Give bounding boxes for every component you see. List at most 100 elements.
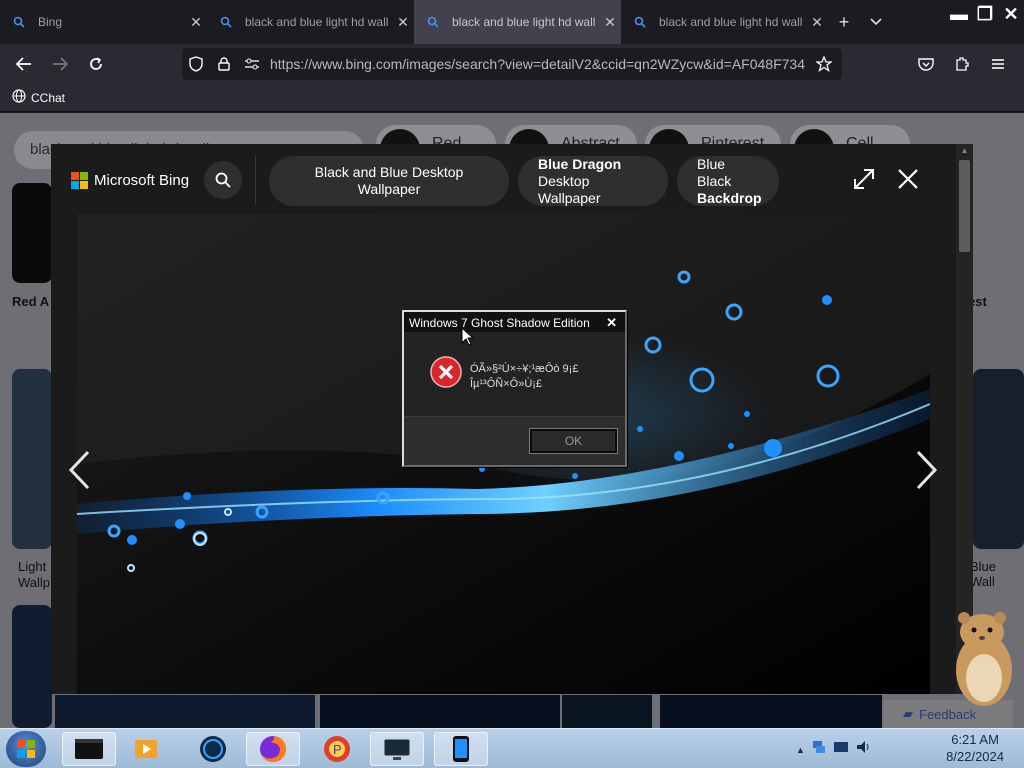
extensions-icon[interactable]	[944, 48, 980, 80]
paint-icon: P	[324, 736, 350, 762]
divider	[255, 156, 256, 204]
phone-icon	[453, 736, 469, 762]
start-button[interactable]	[6, 731, 46, 767]
search-icon	[426, 15, 440, 29]
result-thumbnail[interactable]	[562, 695, 652, 728]
error-dialog: Windows 7 Ghost Shadow Edition ✕ ÓÃ»§²Ù×…	[402, 310, 627, 467]
lock-icon[interactable]	[210, 50, 238, 78]
result-label: Red A	[12, 294, 50, 309]
tab-search-active[interactable]: black and blue light hd wall ✕	[414, 0, 621, 44]
media-player-icon	[135, 740, 157, 758]
taskbar-app-firefox[interactable]	[246, 732, 300, 766]
network-icon[interactable]	[811, 739, 827, 760]
tab-search-3[interactable]: black and blue light hd wall ✕	[621, 0, 828, 44]
show-hidden-icons-icon[interactable]: ▲	[796, 745, 805, 755]
permissions-icon[interactable]	[238, 50, 266, 78]
chevron-right-icon	[916, 450, 938, 490]
close-tab-icon[interactable]: ✕	[392, 14, 414, 31]
pocket-icon[interactable]	[908, 48, 944, 80]
search-icon	[12, 15, 26, 29]
menu-icon[interactable]	[980, 48, 1016, 80]
windows-logo-icon	[17, 740, 35, 758]
back-button[interactable]	[6, 48, 42, 80]
taskbar-app-phone[interactable]	[434, 732, 488, 766]
microsoft-logo-icon	[71, 172, 88, 189]
scroll-up-icon[interactable]: ▲	[956, 144, 973, 158]
taskbar: P ▲ 6:21 AM 8/22/2024	[0, 728, 1024, 768]
bookmarks-bar: CChat	[0, 84, 1024, 112]
result-thumbnail[interactable]	[973, 369, 1024, 549]
window-controls: ▬ ❐ ✕	[946, 0, 1024, 30]
feedback-icon: ▰	[903, 706, 913, 721]
dialog-close-button[interactable]: ✕	[606, 315, 617, 331]
scrollbar-thumb[interactable]	[959, 160, 970, 252]
previous-image-button[interactable]	[60, 448, 100, 492]
close-window-button[interactable]: ✕	[998, 0, 1024, 28]
taskbar-app-globe[interactable]	[186, 732, 240, 766]
clock-time: 6:21 AM	[951, 732, 999, 747]
result-thumbnail[interactable]	[660, 695, 882, 728]
related-search-black-blue[interactable]: Black and Blue Desktop Wallpaper	[269, 156, 509, 206]
hamster-mascot	[950, 608, 1018, 708]
ok-button[interactable]: OK	[529, 428, 618, 454]
brand-text: Microsoft Bing	[94, 172, 190, 189]
firefox-icon	[260, 736, 286, 762]
result-label: Blue Wall	[970, 559, 997, 589]
tab-title: black and blue light hd wall	[659, 15, 803, 29]
reload-button[interactable]	[78, 48, 114, 80]
viewer-search-button[interactable]	[204, 161, 242, 199]
new-tab-button[interactable]: +	[828, 6, 860, 38]
next-image-button[interactable]	[906, 448, 946, 492]
taskbar-app-display[interactable]	[370, 732, 424, 766]
action-center-icon[interactable]	[833, 739, 849, 760]
tab-title: Bing	[38, 15, 63, 29]
close-viewer-icon[interactable]	[893, 164, 923, 194]
bookmark-star-icon[interactable]	[810, 50, 838, 78]
result-thumbnail[interactable]	[12, 369, 52, 549]
globe-icon	[200, 736, 226, 762]
system-clock[interactable]: 6:21 AM 8/22/2024	[946, 731, 1004, 765]
dialog-body: ÓÃ»§²Ù×÷¥;¹æÔò 9¡£ Îµ¹³ÔÑ×Ô»Ù¡£	[404, 332, 625, 416]
bookmark-cchat[interactable]: CChat	[31, 91, 65, 105]
result-thumbnail[interactable]	[12, 605, 52, 728]
bing-logo[interactable]: Microsoft Bing	[71, 172, 189, 189]
taskbar-app-media-player[interactable]	[120, 732, 174, 766]
restore-button[interactable]: ❐	[972, 0, 998, 28]
forward-button[interactable]	[42, 48, 78, 80]
terminal-icon	[75, 739, 103, 759]
close-tab-icon[interactable]: ✕	[806, 14, 828, 31]
result-thumbnail[interactable]	[12, 183, 52, 283]
result-thumbnail[interactable]	[55, 695, 315, 728]
url-text: https://www.bing.com/images/search?view=…	[270, 56, 805, 72]
mouse-cursor-icon	[461, 327, 473, 346]
minimize-button[interactable]: ▬	[946, 0, 972, 28]
shield-icon[interactable]	[182, 50, 210, 78]
related-search-blue-dragon[interactable]: Blue Dragon Desktop Wallpaper	[518, 156, 668, 206]
monitor-icon	[383, 738, 411, 760]
tab-title: black and blue light hd wall	[245, 15, 389, 29]
related-search-blue-black[interactable]: Blue Black Backdrop	[677, 156, 779, 206]
tab-strip: Bing ✕ black and blue light hd wall ✕ bl…	[0, 0, 1024, 44]
tab-title: black and blue light hd wall	[452, 15, 596, 29]
error-icon	[430, 356, 462, 393]
clock-date: 8/22/2024	[946, 749, 1004, 764]
search-icon	[219, 15, 233, 29]
tab-search-1[interactable]: black and blue light hd wall ✕	[207, 0, 414, 44]
address-bar[interactable]: https://www.bing.com/images/search?view=…	[182, 48, 842, 80]
search-icon	[633, 15, 647, 29]
expand-icon[interactable]	[849, 164, 879, 194]
search-icon	[215, 172, 231, 188]
volume-icon[interactable]	[855, 739, 871, 760]
close-tab-icon[interactable]: ✕	[185, 14, 207, 31]
result-thumbnail[interactable]	[320, 695, 560, 728]
result-label: Light Wallp	[18, 559, 51, 590]
tab-bing[interactable]: Bing ✕	[0, 0, 207, 44]
close-tab-icon[interactable]: ✕	[599, 14, 621, 31]
dialog-titlebar[interactable]: Windows 7 Ghost Shadow Edition ✕	[404, 312, 625, 332]
list-tabs-chevron-icon[interactable]	[860, 6, 892, 38]
system-tray: ▲	[796, 739, 871, 760]
svg-text:P: P	[333, 742, 342, 757]
chevron-left-icon	[68, 450, 90, 490]
taskbar-app-terminal[interactable]	[62, 732, 116, 766]
taskbar-app-paint[interactable]: P	[310, 732, 364, 766]
